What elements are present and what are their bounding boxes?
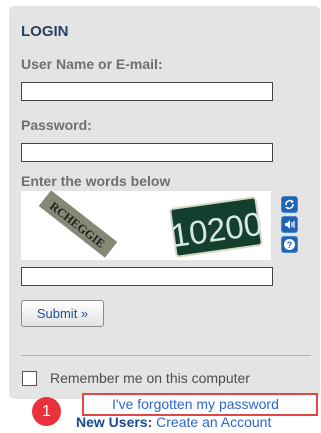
captcha-image: RCHEGGIE 10200: [21, 190, 271, 260]
captcha-word-1: RCHEGGIE: [47, 199, 108, 251]
remember-checkbox[interactable]: [22, 371, 37, 386]
audio-icon: [285, 220, 295, 229]
submit-button[interactable]: Submit »: [21, 300, 104, 327]
refresh-icon: [285, 199, 294, 210]
new-users-label: New Users:: [76, 414, 153, 430]
username-input[interactable]: [21, 82, 273, 101]
captcha-audio-button[interactable]: [281, 216, 298, 233]
divider: [21, 355, 311, 356]
svg-text:?: ?: [287, 240, 293, 250]
password-input[interactable]: [21, 143, 273, 162]
username-label: User Name or E-mail:: [21, 56, 163, 72]
captcha-label: Enter the words below: [21, 173, 171, 189]
step-badge: 1: [32, 397, 61, 426]
captcha-refresh-button[interactable]: [281, 196, 298, 213]
help-icon: ?: [284, 239, 295, 250]
remember-label: Remember me on this computer: [50, 370, 250, 386]
login-title: LOGIN: [21, 23, 69, 40]
captcha-input[interactable]: [21, 267, 273, 286]
new-users-row: New Users: Create an Account: [76, 414, 271, 430]
create-account-link[interactable]: Create an Account: [156, 414, 271, 430]
password-label: Password:: [21, 117, 92, 133]
forgot-password-link[interactable]: I've forgotten my password: [112, 396, 279, 412]
captcha-help-button[interactable]: ?: [281, 236, 298, 253]
